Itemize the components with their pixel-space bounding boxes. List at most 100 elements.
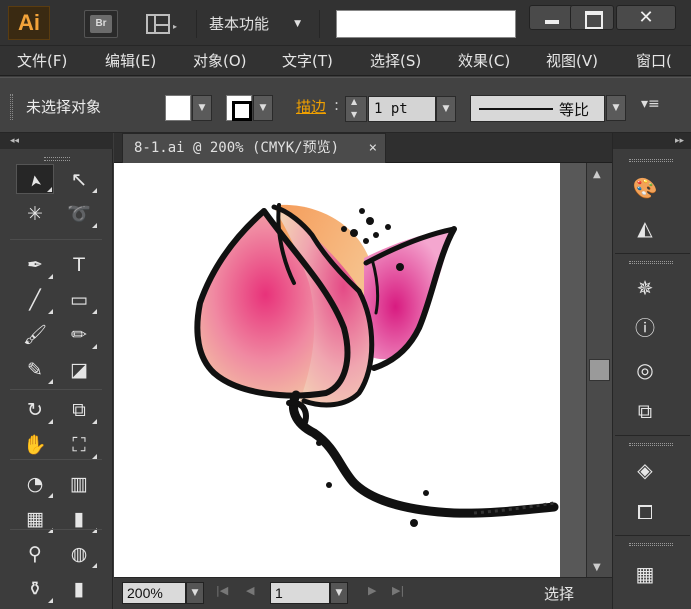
free-transform-tool[interactable]: ⛶ xyxy=(60,430,98,460)
eraser-tool[interactable]: ◪ xyxy=(60,355,98,385)
rectangle-tool[interactable]: ▭ xyxy=(60,285,98,315)
symbol-sprayer-tool[interactable]: ⚱ xyxy=(16,574,54,604)
column-graph-icon: ▮ xyxy=(73,578,85,600)
line-segment-tool[interactable]: ╱ xyxy=(16,285,54,315)
info-panel-button[interactable]: ⓘ xyxy=(627,313,663,343)
workspace-switcher[interactable]: 基本功能 ▼ xyxy=(196,10,320,38)
menu-view[interactable]: 视图(V) xyxy=(546,50,598,72)
stroke-weight-stepper[interactable] xyxy=(345,96,367,122)
appearance-panel-button[interactable]: ◎ xyxy=(627,355,663,385)
shape-builder-icon: ◔ xyxy=(26,473,44,495)
profile-label: 等比 xyxy=(559,101,590,119)
fill-color-swatch[interactable] xyxy=(165,95,191,121)
menu-select[interactable]: 选择(S) xyxy=(370,50,421,72)
fill-dropdown[interactable]: ▼ xyxy=(192,95,212,121)
collapse-toolbox-button[interactable]: ◂◂ xyxy=(0,133,113,149)
paintbrush-tool[interactable]: 🖌 xyxy=(16,320,54,350)
maximize-button[interactable] xyxy=(570,5,614,30)
profile-dropdown[interactable]: ▼ xyxy=(606,95,626,121)
rotate-tool[interactable]: ↻ xyxy=(16,395,54,425)
color-guide-panel-button[interactable]: 🎨 xyxy=(627,173,663,203)
column-graph-tool[interactable]: ▮ xyxy=(60,574,98,604)
workspace-label: 基本功能 xyxy=(209,15,270,33)
perspective-grid-tool[interactable]: ▥ xyxy=(60,469,98,499)
arrange-documents-button[interactable]: ▸ xyxy=(143,10,183,38)
stroke-dropdown[interactable]: ▼ xyxy=(253,95,273,121)
pencil-tool[interactable]: ✏ xyxy=(60,320,98,350)
menu-object[interactable]: 对象(O) xyxy=(193,50,247,72)
menu-effect[interactable]: 效果(C) xyxy=(458,50,510,72)
menu-bar: 文件(F) 编辑(E) 对象(O) 文字(T) 选择(S) 效果(C) 视图(V… xyxy=(0,46,691,76)
eraser-icon: ◪ xyxy=(70,359,88,381)
color-guide-icon: 🎨 xyxy=(632,176,658,200)
search-input[interactable] xyxy=(336,10,516,38)
menu-type[interactable]: 文字(T) xyxy=(282,50,333,72)
first-artboard-icon[interactable]: |◀ xyxy=(216,584,228,597)
document-tab[interactable]: 8-1.ai @ 200% (CMYK/预览) × xyxy=(122,133,386,163)
panel-grip[interactable] xyxy=(44,157,70,161)
eyedropper-tool[interactable]: ⚲ xyxy=(16,539,54,569)
flyout-indicator xyxy=(92,419,97,424)
symbols-panel-button[interactable]: ✵ xyxy=(627,273,663,303)
flyout-indicator xyxy=(92,563,97,568)
blend-tool[interactable]: ◍ xyxy=(60,539,98,569)
variable-width-profile-select[interactable]: 等比 xyxy=(470,95,605,122)
artboard-number-field[interactable]: 1 xyxy=(270,582,330,604)
stroke-panel-link[interactable]: 描边 xyxy=(296,96,326,117)
panel-grip[interactable] xyxy=(629,261,673,264)
panel-menu-icon[interactable]: ▾≡ xyxy=(641,96,660,112)
flyout-indicator xyxy=(48,309,53,314)
status-text[interactable]: 选择 xyxy=(544,583,574,604)
vertical-scrollbar[interactable]: ▲ ▼ xyxy=(586,163,612,577)
menu-file[interactable]: 文件(F) xyxy=(17,50,67,72)
document-tab-bar: 8-1.ai @ 200% (CMYK/预览) × xyxy=(114,133,612,163)
layers-panel-button[interactable]: ◈ xyxy=(627,455,663,485)
zoom-dropdown[interactable]: ▼ xyxy=(186,582,204,604)
last-artboard-icon[interactable]: ▶| xyxy=(392,584,404,597)
direct-selection-tool[interactable]: ↖ xyxy=(60,164,98,194)
lasso-tool[interactable]: ➰ xyxy=(60,199,98,229)
pen-tool[interactable]: ✒ xyxy=(16,250,54,280)
panel-grip[interactable] xyxy=(10,94,13,120)
menu-window[interactable]: 窗口( xyxy=(636,50,672,72)
warp-tool[interactable]: ✋ xyxy=(16,430,54,460)
selection-tool[interactable]: ➤ xyxy=(16,164,54,194)
previous-artboard-icon[interactable]: ◀ xyxy=(246,584,254,597)
stroke-weight-dropdown[interactable]: ▼ xyxy=(436,96,456,122)
toolbox-divider xyxy=(10,459,102,460)
close-icon[interactable]: × xyxy=(369,134,377,163)
layers-icon: ◈ xyxy=(637,458,653,482)
stroke-label-colon: : xyxy=(334,96,340,114)
appearance-icon: ◎ xyxy=(636,358,654,382)
artboard-canvas[interactable] xyxy=(114,163,560,577)
panel-grip[interactable] xyxy=(629,443,673,446)
panel-grip[interactable] xyxy=(629,159,673,162)
flyout-indicator xyxy=(92,188,97,193)
shape-builder-tool[interactable]: ◔ xyxy=(16,469,54,499)
arrange-documents-icon xyxy=(146,14,170,34)
artboards-panel-button[interactable]: ⧠ xyxy=(627,497,663,527)
expand-panels-button[interactable]: ▸▸ xyxy=(613,133,691,149)
close-button[interactable]: ✕ xyxy=(616,5,676,30)
menu-edit[interactable]: 编辑(E) xyxy=(105,50,156,72)
pen-icon: ✒ xyxy=(27,254,43,276)
artboard-dropdown[interactable]: ▼ xyxy=(330,582,348,604)
zoom-field[interactable]: 200% xyxy=(122,582,186,604)
scroll-up-icon[interactable]: ▲ xyxy=(593,169,601,180)
type-tool[interactable]: T xyxy=(60,250,98,280)
minimize-button[interactable] xyxy=(529,5,573,30)
tools-panel: ◂◂ ➤ ↖ ✳ ➰ ✒ T ╱ ▭ 🖌 ✏ ✎ ◪ ↻ ⧉ ✋ ⛶ ◔ ▥ ▦ ▮ ⚲ ◍ ⚱ ▮ xyxy=(0,133,113,609)
transform-panel-button[interactable]: ⧉ xyxy=(627,396,663,426)
bridge-button[interactable]: Br xyxy=(84,10,118,38)
stroke-color-swatch[interactable] xyxy=(226,95,252,121)
gradient-panel-button[interactable]: ◭ xyxy=(627,213,663,243)
magic-wand-tool[interactable]: ✳ xyxy=(16,199,54,229)
next-artboard-icon[interactable]: ▶ xyxy=(368,584,376,597)
panel-grip[interactable] xyxy=(629,543,673,546)
scale-tool[interactable]: ⧉ xyxy=(60,395,98,425)
blob-brush-tool[interactable]: ✎ xyxy=(16,355,54,385)
scrollbar-thumb[interactable] xyxy=(589,359,610,381)
swatches-panel-button[interactable]: ▦ xyxy=(627,559,663,589)
scroll-down-icon[interactable]: ▼ xyxy=(593,562,601,573)
stroke-weight-field[interactable]: 1 pt xyxy=(368,96,436,122)
